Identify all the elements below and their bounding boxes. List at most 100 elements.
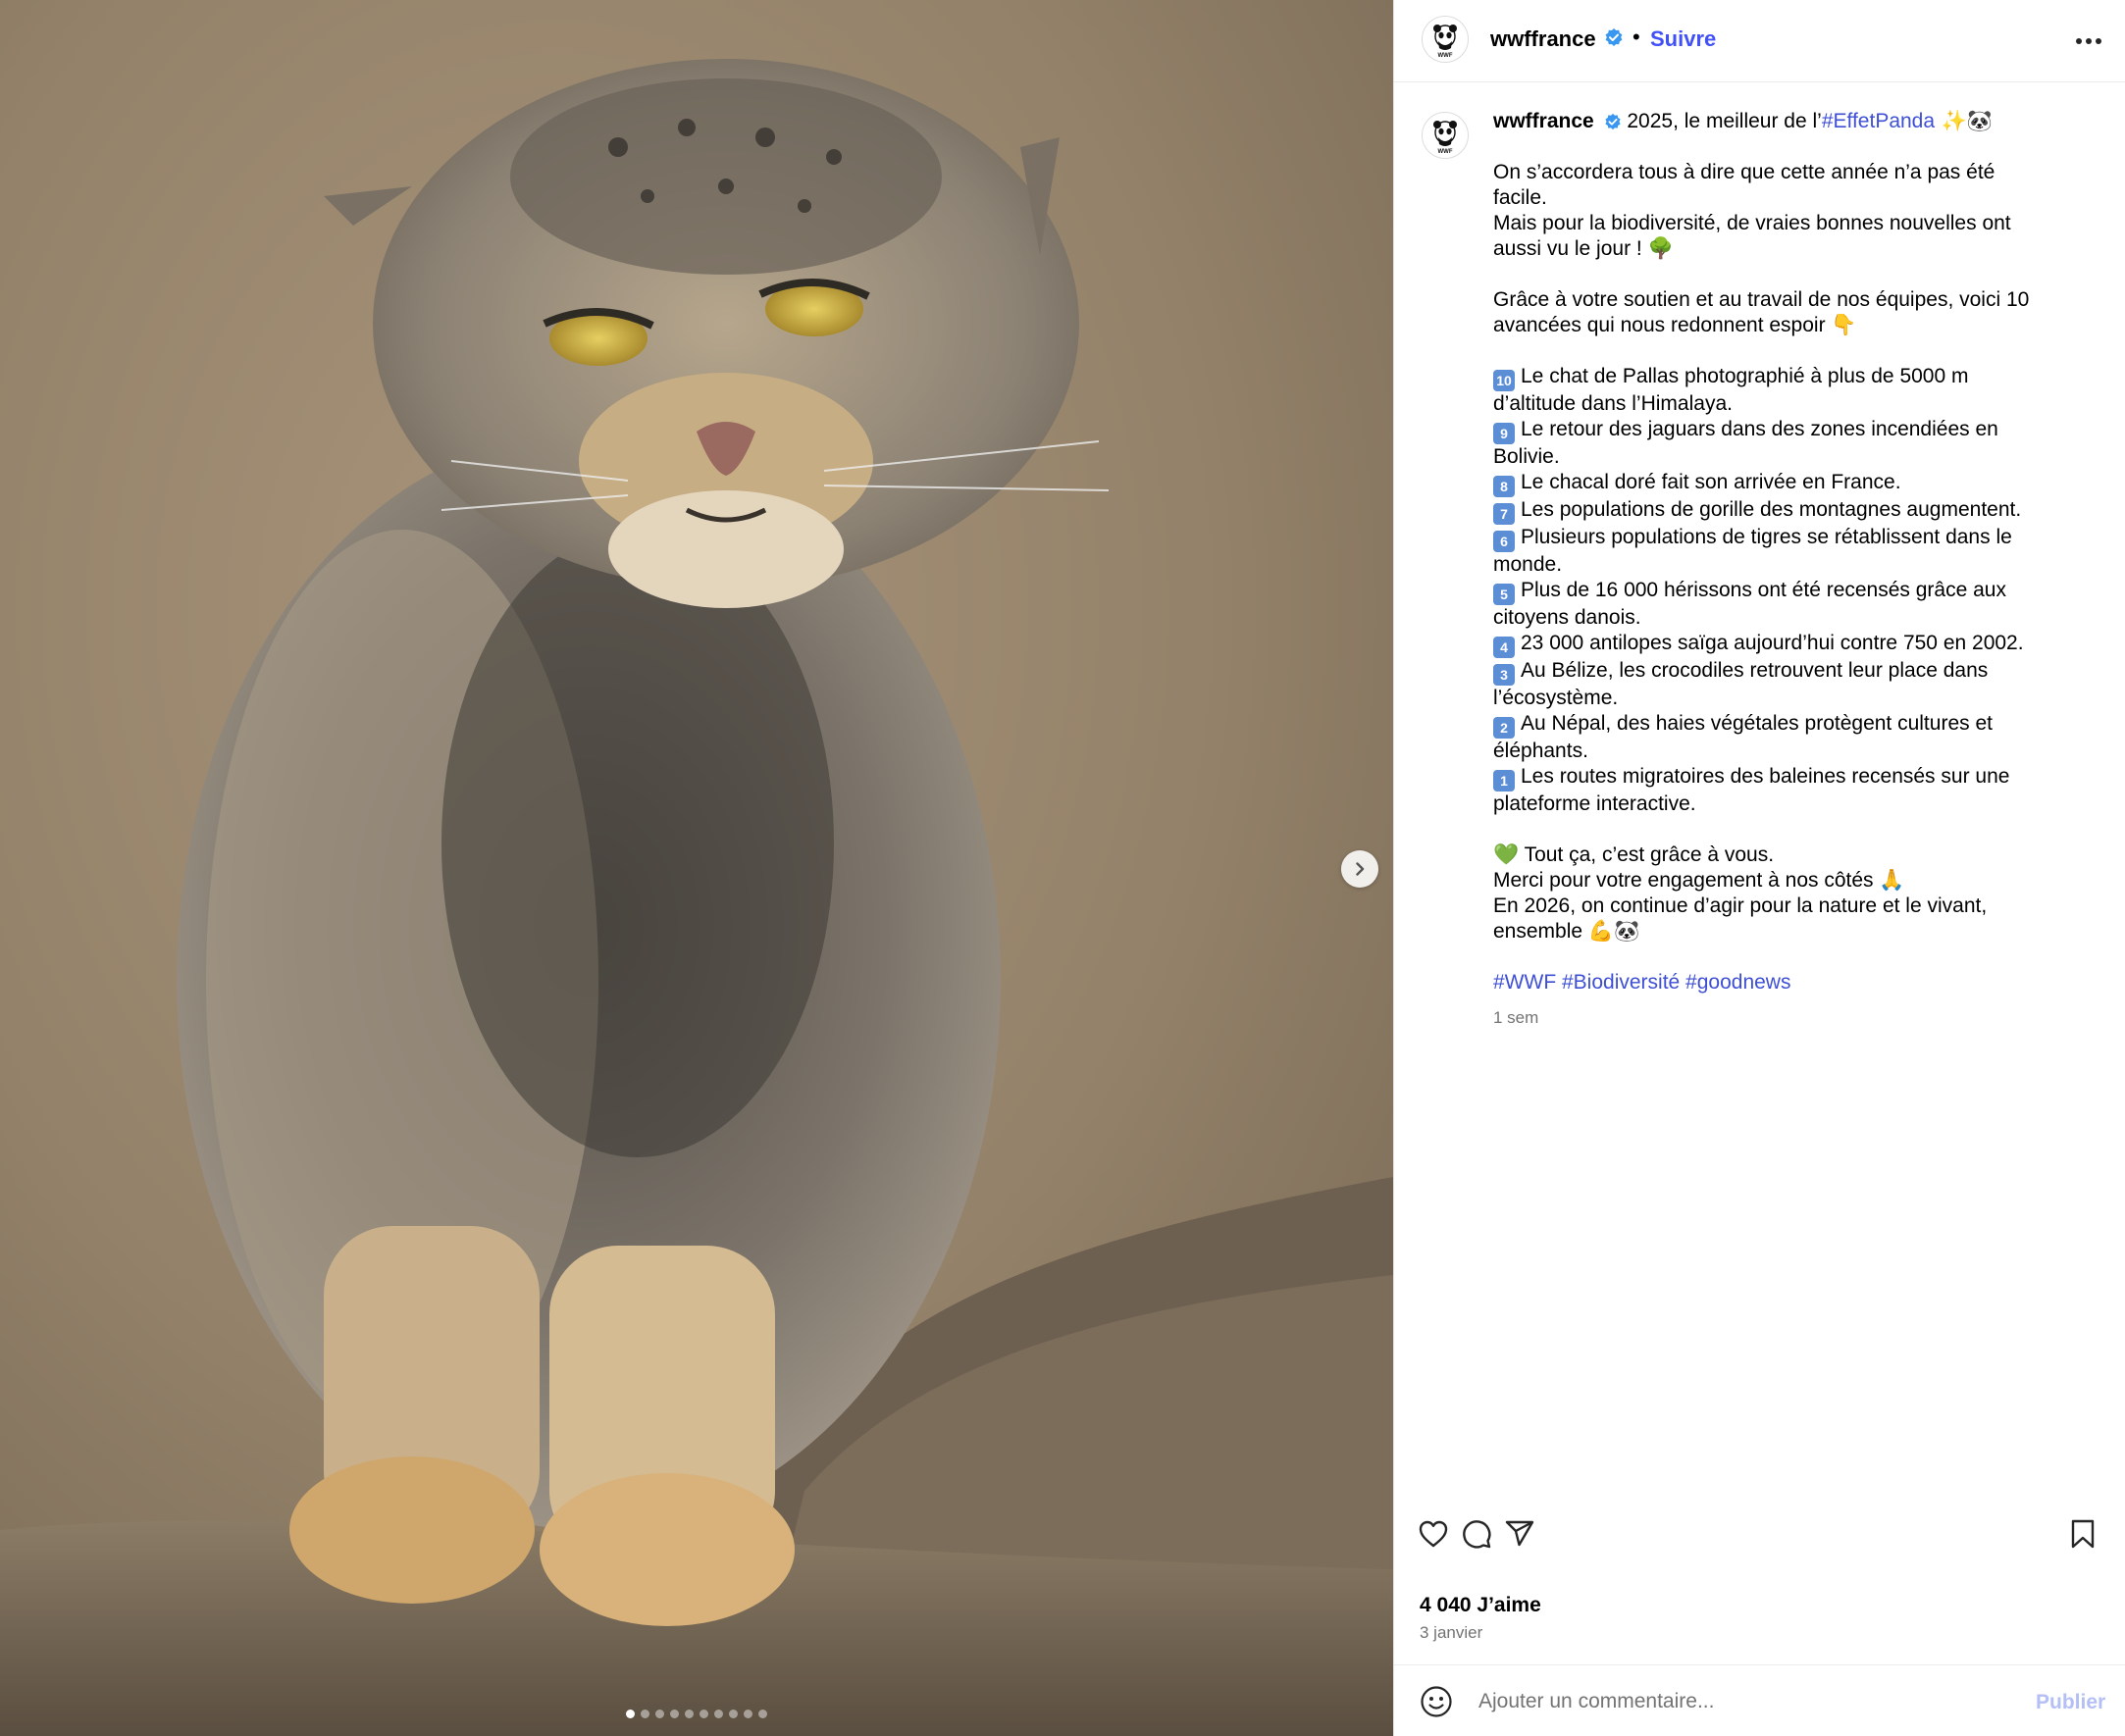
caption-line: aussi vu le jour ! 🌳 [1493, 237, 1674, 260]
post-image[interactable] [0, 0, 1393, 1736]
news-item: 9 Le retour des jaguars dans des zones in… [1493, 417, 2106, 470]
news-item-line: d’altitude dans l’Himalaya. [1493, 391, 2106, 417]
news-item: 4 23 000 antilopes saïga aujourd’hui cont… [1493, 631, 2106, 658]
news-item-text: Bolivie. [1493, 445, 1560, 468]
next-image-button[interactable] [1341, 850, 1378, 888]
svg-text:WWF: WWF [1438, 53, 1453, 59]
caption-news-list: 10 Le chat de Pallas photographié à plus … [1493, 364, 2106, 817]
chevron-right-icon [1356, 862, 1365, 876]
news-item-text: Le chat de Pallas photographié à plus de… [1521, 365, 1969, 387]
comments-scroll-area[interactable]: WWF wwffrance 2025, le meilleur de l’#Ef… [1394, 82, 2125, 1514]
avatar[interactable]: WWF [1422, 16, 1469, 63]
news-item-text: Plusieurs populations de tigres se rétab… [1521, 526, 2012, 548]
more-options-button[interactable] [2071, 27, 2106, 55]
news-item-line: citoyens danois. [1493, 605, 2106, 631]
carousel-dot[interactable] [714, 1710, 723, 1718]
hashtag-link[interactable]: #EffetPanda [1822, 110, 1935, 132]
likes-count[interactable]: 4 040 J’aime [1420, 1594, 1541, 1617]
caption-paragraph: 💚 Tout ça, c’est grâce à vous. Merci pour… [1493, 842, 2106, 945]
post-author-username[interactable]: wwffrance [1490, 26, 1596, 52]
emoji-picker-button[interactable] [1420, 1685, 1453, 1718]
caption-avatar[interactable]: WWF [1422, 112, 1469, 159]
number-badge-icon: 2 [1493, 717, 1515, 739]
caption-intro: wwffrance 2025, le meilleur de l’#EffetP… [1493, 108, 2106, 134]
news-item-line: 2 Au Népal, des haies végétales protègent… [1493, 711, 2106, 739]
number-badge-icon: 4 [1493, 637, 1515, 658]
news-item-text: Les routes migratoires des baleines rece… [1521, 765, 2010, 788]
news-item-line: l’écosystème. [1493, 686, 2106, 711]
news-item-line: 4 23 000 antilopes saïga aujourd’hui cont… [1493, 631, 2106, 658]
caption-hashtags[interactable]: #WWF #Biodiversité #goodnews [1493, 970, 2106, 996]
caption-line: Merci pour votre engagement à nos côtés … [1493, 869, 1905, 892]
number-badge-icon: 6 [1493, 531, 1515, 552]
carousel-dot[interactable] [700, 1710, 708, 1718]
news-item-line: 8 Le chacal doré fait son arrivée en Fran… [1493, 470, 2106, 497]
news-item: 8 Le chacal doré fait son arrivée en Fran… [1493, 470, 2106, 497]
news-item-line: plateforme interactive. [1493, 791, 2106, 817]
news-item-text: éléphants. [1493, 740, 1588, 762]
news-item-line: 10 Le chat de Pallas photographié à plus … [1493, 364, 2106, 391]
caption-line: En 2026, on continue d’agir pour la natu… [1493, 894, 1988, 917]
carousel-dot[interactable] [685, 1710, 694, 1718]
bookmark-icon [2071, 1519, 2095, 1549]
carousel-dot[interactable] [758, 1710, 767, 1718]
news-item-line: 3 Au Bélize, les crocodiles retrouvent le… [1493, 658, 2106, 686]
save-button[interactable] [2063, 1514, 2102, 1554]
comment-button[interactable] [1457, 1514, 1496, 1554]
news-item-line: 1 Les routes migratoires des baleines rec… [1493, 764, 2106, 791]
news-item-text: d’altitude dans l’Himalaya. [1493, 392, 1733, 415]
news-item: 3 Au Bélize, les crocodiles retrouvent le… [1493, 658, 2106, 711]
caption-intro-text: 2025, le meilleur de l’ [1621, 110, 1822, 132]
caption-paragraph: Grâce à votre soutien et au travail de n… [1493, 287, 2106, 338]
caption-paragraph: On s’accordera tous à dire que cette ann… [1493, 160, 2106, 262]
comment-icon [1463, 1520, 1491, 1549]
svg-text:WWF: WWF [1438, 149, 1453, 155]
number-badge-icon: 9 [1493, 423, 1515, 444]
news-item-line: 6 Plusieurs populations de tigres se réta… [1493, 525, 2106, 552]
number-badge-icon: 1 [1493, 770, 1515, 791]
caption-line: On s’accordera tous à dire que cette ann… [1493, 161, 1995, 183]
news-item-text: Les populations de gorille des montagnes… [1521, 498, 2022, 521]
news-item-text: Plus de 16 000 hérissons ont été recensé… [1521, 579, 2006, 601]
comment-input[interactable] [1478, 1683, 1969, 1720]
caption-line: avancées qui nous redonnent espoir 👇 [1493, 314, 1857, 336]
verified-badge-icon [1605, 28, 1623, 46]
share-icon [1505, 1520, 1534, 1547]
share-button[interactable] [1500, 1514, 1539, 1554]
like-button[interactable] [1414, 1514, 1453, 1554]
news-item-text: Le chacal doré fait son arrivée en Franc… [1521, 471, 1901, 493]
caption-username[interactable]: wwffrance [1493, 110, 1594, 132]
post-caption: wwffrance 2025, le meilleur de l’#EffetP… [1493, 108, 2106, 1031]
carousel-dot[interactable] [626, 1710, 635, 1718]
carousel-dot[interactable] [670, 1710, 679, 1718]
news-item: 1 Les routes migratoires des baleines rec… [1493, 764, 2106, 817]
news-item-text: plateforme interactive. [1493, 792, 1696, 815]
heart-icon [1419, 1520, 1448, 1548]
news-item-text: Au Népal, des haies végétales protègent … [1521, 712, 1993, 735]
carousel-dot[interactable] [729, 1710, 738, 1718]
news-item: 10 Le chat de Pallas photographié à plus … [1493, 364, 2106, 417]
post-date: 3 janvier [1420, 1623, 1483, 1642]
news-item-text: Le retour des jaguars dans des zones inc… [1521, 418, 1998, 440]
carousel-dot[interactable] [641, 1710, 649, 1718]
news-item-text: l’écosystème. [1493, 687, 1619, 709]
verified-badge-icon [1604, 114, 1621, 130]
post-details-panel: WWF wwffrance • Suivre WWF wwffrance 202… [1393, 0, 2125, 1736]
pallas-cat-photo [0, 0, 1393, 1736]
number-badge-icon: 7 [1493, 503, 1515, 525]
caption-line: Grâce à votre soutien et au travail de n… [1493, 288, 2030, 311]
wwf-panda-logo: WWF [1433, 121, 1457, 155]
news-item-text: Au Bélize, les crocodiles retrouvent leu… [1521, 659, 1989, 682]
carousel-dot[interactable] [655, 1710, 664, 1718]
follow-button[interactable]: Suivre [1650, 26, 1716, 52]
publish-button[interactable]: Publier [2036, 1691, 2105, 1714]
news-item-line: 7 Les populations de gorille des montagne… [1493, 497, 2106, 525]
news-item: 6 Plusieurs populations de tigres se réta… [1493, 525, 2106, 578]
post-actions-bar [1394, 1514, 2125, 1569]
carousel-dot[interactable] [744, 1710, 752, 1718]
post-header: WWF wwffrance • Suivre [1394, 0, 2125, 82]
caption-line: ensemble 💪🐼 [1493, 920, 1640, 943]
number-badge-icon: 5 [1493, 584, 1515, 605]
caption-intro-emoji: ✨🐼 [1935, 109, 1994, 132]
number-badge-icon: 3 [1493, 664, 1515, 686]
